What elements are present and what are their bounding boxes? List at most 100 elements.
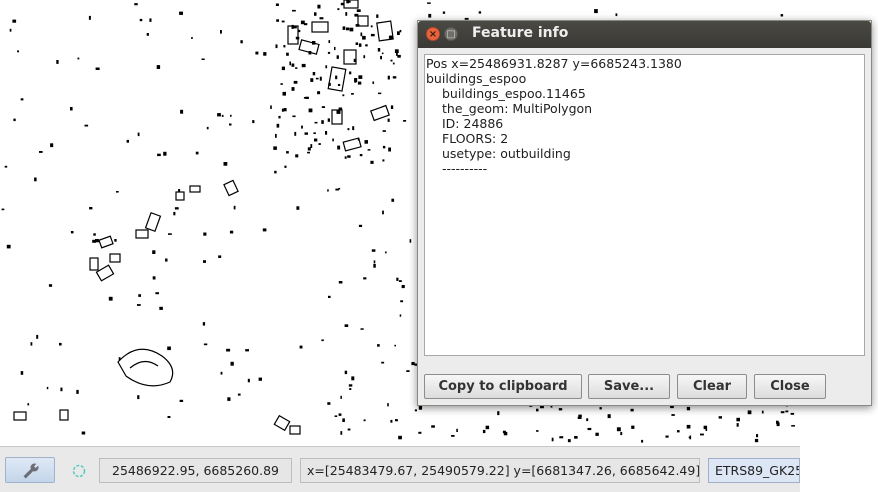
map-point [281, 108, 284, 112]
maximize-icon[interactable]: □ [444, 27, 458, 41]
map-point [275, 133, 277, 138]
map-point [558, 408, 563, 411]
map-point [314, 121, 318, 124]
map-point [399, 29, 402, 33]
map-point [456, 428, 458, 432]
map-point [411, 362, 415, 366]
map-point [390, 419, 393, 423]
map-point [92, 239, 96, 243]
save-button[interactable]: Save... [588, 374, 670, 399]
map-point [418, 405, 423, 410]
building [175, 191, 185, 201]
map-extent: x=[25483479.67, 25490579.22] y=[6681347.… [300, 458, 700, 483]
map-point [314, 138, 318, 142]
map-point [342, 418, 345, 422]
map-point [159, 306, 163, 310]
map-point [578, 414, 582, 417]
map-point [718, 416, 722, 419]
curved-feature [129, 360, 159, 369]
map-point [312, 72, 316, 76]
map-point [328, 40, 331, 44]
map-point [351, 93, 354, 95]
map-point [665, 435, 669, 438]
map-point [292, 25, 297, 29]
copy-to-clipboard-button[interactable]: Copy to clipboard [424, 374, 582, 399]
map-point [785, 410, 789, 413]
building [223, 179, 239, 197]
map-point [281, 66, 285, 71]
map-point [700, 433, 704, 436]
map-point [398, 280, 402, 282]
map-point [736, 423, 739, 427]
map-point [233, 205, 236, 210]
map-point [776, 420, 779, 424]
map-point [363, 277, 367, 280]
map-point [353, 58, 357, 63]
close-button[interactable]: Close [754, 374, 826, 399]
map-point [297, 29, 301, 33]
map-point [344, 324, 349, 327]
map-point [165, 258, 168, 262]
map-point [338, 107, 343, 111]
map-point [137, 395, 140, 400]
map-point [295, 67, 298, 69]
map-point [319, 17, 324, 20]
building [59, 409, 69, 421]
map-point [355, 42, 359, 45]
map-point [328, 82, 331, 86]
map-point [354, 79, 357, 83]
map-point [451, 435, 455, 437]
map-point [262, 228, 267, 232]
map-point [382, 210, 384, 215]
map-point [574, 436, 578, 439]
map-point [305, 96, 309, 99]
wrench-tool-button[interactable] [5, 457, 55, 483]
map-point [178, 189, 181, 192]
dialog-titlebar[interactable]: × □ Feature info [418, 21, 871, 48]
map-point [88, 15, 91, 20]
map-point [347, 128, 350, 131]
map-point [4, 165, 8, 168]
info-line-usetype: usetype: outbuilding [442, 146, 571, 161]
map-point [358, 224, 363, 227]
map-point [167, 416, 171, 418]
map-point [340, 2, 344, 6]
map-point [304, 132, 308, 135]
map-point [780, 14, 784, 17]
clear-button[interactable]: Clear [677, 374, 747, 399]
map-point [30, 342, 33, 346]
map-point [60, 387, 63, 392]
map-point [327, 118, 330, 122]
map-point [349, 27, 354, 32]
map-point [337, 145, 341, 150]
map-point [615, 13, 618, 17]
map-point [108, 296, 113, 301]
map-point [126, 139, 129, 143]
map-point [301, 125, 303, 129]
map-point [392, 62, 395, 65]
map-point [577, 416, 582, 419]
map-point [295, 154, 299, 158]
map-point [388, 35, 393, 39]
map-point [220, 371, 223, 375]
map-point [310, 78, 314, 82]
map-point [229, 230, 234, 234]
map-point [168, 233, 172, 235]
feature-info-text[interactable]: Pos x=25486931.8287 y=6685243.1380 build… [424, 54, 865, 356]
map-point [116, 191, 119, 193]
map-point [382, 130, 386, 132]
map-point [396, 277, 399, 281]
crs-button[interactable]: ETRS89_GK25FI [708, 458, 800, 483]
close-icon[interactable]: × [426, 27, 440, 41]
map-point [418, 431, 422, 434]
map-point [202, 322, 206, 326]
map-point [347, 155, 351, 158]
map-point [599, 407, 602, 410]
map-point [20, 98, 24, 101]
map-point [286, 151, 289, 154]
map-point [357, 138, 360, 141]
map-point [385, 251, 387, 254]
map-point [398, 435, 402, 440]
map-point [317, 4, 321, 9]
map-point [179, 11, 183, 15]
